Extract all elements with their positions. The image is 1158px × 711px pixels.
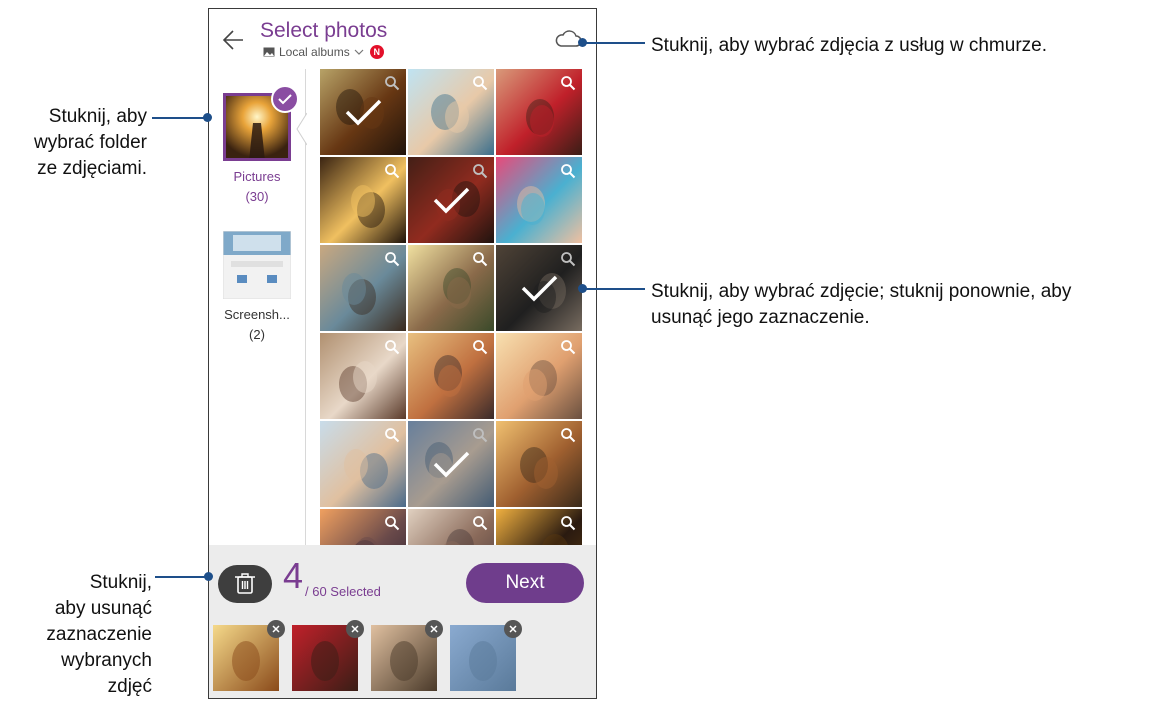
- folder-thumb-pictures[interactable]: [223, 85, 299, 161]
- zoom-icon[interactable]: [560, 163, 576, 179]
- callout-photo-line2: usunąć jego zaznaczenie.: [651, 307, 870, 328]
- zoom-icon[interactable]: [560, 75, 576, 91]
- folder-count: (30): [245, 189, 269, 204]
- callout-delete-line4: wybranych: [61, 650, 152, 671]
- selected-check-icon: [433, 451, 470, 478]
- remove-thumbnail-close-icon[interactable]: [267, 620, 285, 638]
- callout-dot-photo: [578, 284, 587, 293]
- selected-check-icon: [433, 187, 470, 214]
- zoom-icon[interactable]: [384, 427, 400, 443]
- zoom-icon[interactable]: [472, 339, 488, 355]
- folder-list: Pictures (30) Screensh... (2): [209, 69, 307, 545]
- photo-thumbnail[interactable]: [496, 245, 582, 331]
- callout-folder: Stuknij, aby wybrać folder ze zdjęciami.: [0, 104, 147, 182]
- photo-thumbnail[interactable]: [496, 157, 582, 243]
- callout-delete-line1: Stuknij,: [89, 572, 152, 593]
- zoom-icon[interactable]: [560, 515, 576, 531]
- zoom-icon[interactable]: [560, 427, 576, 443]
- phone-screen: Select photos Local albums N Pictures (3…: [208, 8, 597, 699]
- callout-dot-delete: [204, 572, 213, 581]
- next-button[interactable]: Next: [466, 563, 584, 603]
- clear-selection-button[interactable]: [218, 565, 272, 603]
- album-source-dropdown[interactable]: Local albums N: [263, 45, 384, 59]
- zoom-icon[interactable]: [472, 515, 488, 531]
- photo-thumbnail[interactable]: [320, 69, 406, 155]
- zoom-icon[interactable]: [472, 75, 488, 91]
- callout-photo-line1: Stuknij, aby wybrać zdjęcie; stuknij pon…: [651, 281, 1072, 302]
- album-source-label: Local albums: [279, 45, 350, 59]
- zoom-icon[interactable]: [384, 163, 400, 179]
- app-header: Select photos Local albums N: [209, 9, 596, 69]
- back-arrow-icon[interactable]: [221, 27, 247, 53]
- photo-thumbnail[interactable]: [496, 421, 582, 507]
- callout-delete-line2: aby usunąć: [54, 598, 152, 619]
- folder-count: (2): [249, 327, 265, 342]
- photo-thumbnail[interactable]: [408, 333, 494, 419]
- callout-line-delete: [155, 576, 207, 578]
- photo-thumbnail[interactable]: [496, 333, 582, 419]
- selected-of-total: / 60 Selected: [305, 584, 381, 599]
- callout-dot-cloud: [578, 38, 587, 47]
- new-badge: N: [369, 45, 384, 59]
- folder-thumb-screenshots-image: [222, 230, 292, 300]
- selection-bar: 4 / 60 Selected Next: [209, 545, 596, 698]
- photo-thumbnail[interactable]: [408, 69, 494, 155]
- zoom-icon[interactable]: [384, 251, 400, 267]
- folder-label-pictures: Pictures (30): [209, 167, 305, 207]
- photo-thumbnail[interactable]: [320, 509, 406, 545]
- remove-thumbnail-close-icon[interactable]: [346, 620, 364, 638]
- page-title: Select photos: [260, 19, 388, 42]
- callout-delete-line5: zdjęć: [107, 676, 152, 697]
- folder-name: Screensh...: [224, 307, 290, 322]
- zoom-icon[interactable]: [560, 339, 576, 355]
- folder-thumb-screenshots[interactable]: [222, 230, 292, 300]
- photo-thumbnail[interactable]: [496, 69, 582, 155]
- chevron-down-icon: [354, 49, 364, 55]
- photo-thumbnail[interactable]: [408, 509, 494, 545]
- folder-name: Pictures: [233, 169, 281, 184]
- zoom-icon[interactable]: [472, 251, 488, 267]
- remove-thumbnail-close-icon[interactable]: [504, 620, 522, 638]
- selected-count: 4: [283, 555, 304, 596]
- selected-check-icon: [345, 99, 382, 126]
- photo-thumbnail[interactable]: [320, 333, 406, 419]
- folder-label-screenshots: Screensh... (2): [209, 305, 305, 345]
- photo-thumbnail[interactable]: [408, 421, 494, 507]
- callout-folder-line2: wybrać folder: [34, 132, 147, 153]
- photo-thumbnail[interactable]: [320, 421, 406, 507]
- photo-grid: [320, 69, 585, 545]
- callout-cloud: Stuknij, aby wybrać zdjęcia z usług w ch…: [651, 35, 1047, 56]
- photo-thumbnail[interactable]: [408, 157, 494, 243]
- selected-check-icon: [521, 275, 558, 302]
- callout-line-photo: [583, 288, 645, 290]
- callout-folder-line3: ze zdjęciami.: [37, 158, 147, 179]
- callout-photo: Stuknij, aby wybrać zdjęcie; stuknij pon…: [651, 279, 1071, 331]
- callout-dot-folder: [203, 113, 212, 122]
- album-icon: [263, 47, 275, 57]
- selected-folder-pointer: [296, 112, 307, 146]
- remove-thumbnail-close-icon[interactable]: [425, 620, 443, 638]
- callout-delete: Stuknij, aby usunąć zaznaczenie wybranyc…: [0, 570, 152, 700]
- photo-thumbnail[interactable]: [320, 157, 406, 243]
- trash-icon: [235, 573, 255, 594]
- zoom-icon[interactable]: [384, 339, 400, 355]
- zoom-icon[interactable]: [384, 515, 400, 531]
- callout-delete-line3: zaznaczenie: [46, 624, 152, 645]
- photo-thumbnail[interactable]: [408, 245, 494, 331]
- callout-line-cloud: [583, 42, 645, 44]
- photo-thumbnail[interactable]: [496, 509, 582, 545]
- callout-line-folder: [152, 117, 206, 119]
- callout-folder-line1: Stuknij, aby: [48, 106, 147, 127]
- photo-thumbnail[interactable]: [320, 245, 406, 331]
